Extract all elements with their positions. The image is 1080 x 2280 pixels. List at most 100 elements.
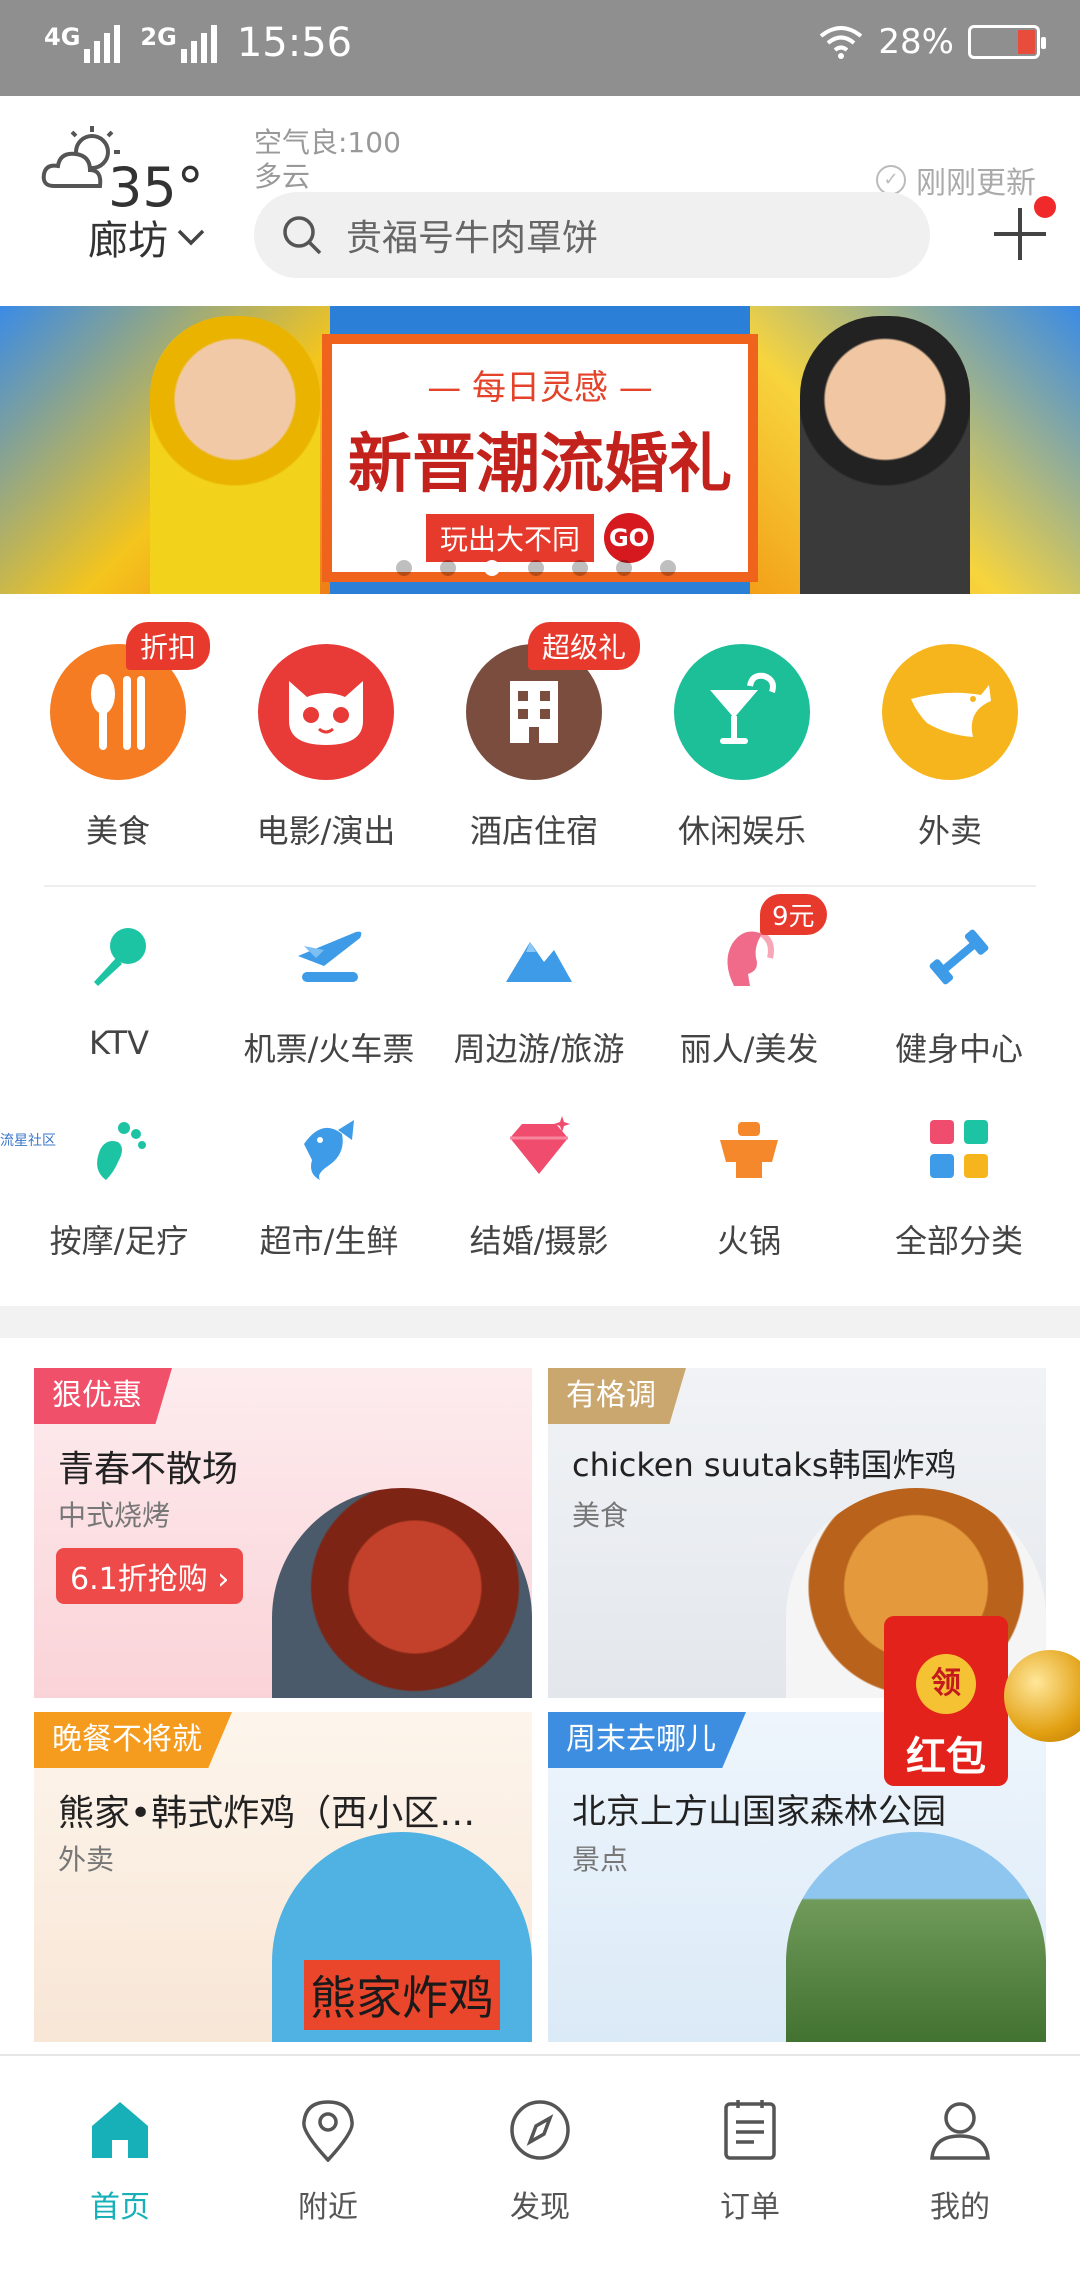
red-packet-label: 红包 [906, 1734, 986, 1780]
location-pin-icon [302, 2100, 354, 2163]
banner-card: — 每日灵感 — 新晋潮流婚礼 玩出大不同 GO [322, 334, 758, 582]
air-quality: 空气良:100 [254, 126, 401, 159]
category-label: 超市/生鲜 [259, 1222, 399, 1260]
nav-orders[interactable]: 订单 [642, 2076, 858, 2226]
category-ktv[interactable]: KTV [14, 922, 224, 1062]
notification-dot [1034, 196, 1056, 218]
nav-label: 附近 [298, 2190, 358, 2225]
nav-discover[interactable]: 发现 [432, 2076, 648, 2226]
nav-label: 发现 [510, 2190, 570, 2225]
category-label: 火锅 [716, 1222, 781, 1260]
promo-discount-button[interactable]: 6.1折抢购 › [56, 1548, 244, 1604]
divider [44, 885, 1036, 887]
compass-icon [510, 2100, 570, 2160]
foot-icon [97, 1122, 146, 1180]
category-hotel[interactable]: 酒店住宿 超级礼 [434, 620, 641, 852]
battery-icon [968, 25, 1046, 59]
microphone-icon [94, 928, 146, 986]
cat-icon [258, 644, 394, 780]
category-label: KTV [89, 1024, 149, 1062]
cocktail-icon [674, 644, 810, 780]
search-bar[interactable]: 贵福号牛肉罩饼 [254, 192, 930, 278]
category-food[interactable]: 美食 折扣 [18, 620, 218, 852]
wifi-icon [820, 26, 863, 59]
promo-card[interactable]: 狠优惠 青春不散场 中式烧烤 6.1折抢购 › [34, 1368, 532, 1698]
promo-card[interactable]: 晚餐不将就 熊家•韩式炸鸡（西小区… 外卖 熊家炸鸡 [34, 1712, 532, 2042]
category-label: 外卖 [917, 812, 982, 850]
nav-profile[interactable]: 我的 [852, 2076, 1068, 2226]
nav-label: 首页 [90, 2190, 150, 2225]
page-dot [396, 560, 412, 576]
banner-pagination [396, 560, 676, 576]
signal-4g-icon: 4G [44, 23, 121, 63]
promo-category: 中式烧烤 [58, 1499, 171, 1532]
category-label: 周边游/旅游 [453, 1030, 625, 1068]
discount-tag: 折扣 [126, 622, 211, 670]
banner-model-right [800, 316, 970, 594]
category-travel[interactable]: 周边游/旅游 [434, 922, 644, 1070]
hotpot-icon [720, 1122, 778, 1178]
add-button[interactable] [990, 196, 1056, 264]
category-hotpot[interactable]: 火锅 [644, 1114, 854, 1262]
header: 35° 廊坊 空气良:100 多云 ✓ 刚刚更新 贵福号牛肉罩饼 [0, 96, 1080, 306]
page-dot [572, 560, 588, 576]
network-type-2: 2G [140, 23, 177, 51]
category-tickets[interactable]: 机票/火车票 [224, 922, 434, 1070]
category-all[interactable]: 全部分类 [854, 1114, 1064, 1262]
diamond-icon [510, 1116, 570, 1174]
red-packet-seal: 领 [916, 1654, 976, 1714]
promo-category: 美食 [572, 1499, 629, 1532]
weather-desc: 多云 [254, 160, 311, 193]
banner-title: 新晋潮流婚礼 [348, 428, 732, 502]
category-label: 结婚/摄影 [469, 1222, 609, 1260]
promo-banner[interactable]: — 每日灵感 — 新晋潮流婚礼 玩出大不同 GO [0, 306, 1080, 594]
category-label: 按摩/足疗 [49, 1222, 189, 1260]
city-name: 廊坊 [88, 218, 168, 264]
plane-icon [298, 931, 362, 982]
price-tag: 9元 [760, 894, 827, 935]
chevron-down-icon [177, 229, 205, 246]
dumbbell-icon [929, 929, 989, 985]
category-label: 机票/火车票 [243, 1030, 415, 1068]
community-label: 流星社区 [0, 1133, 56, 1149]
delivery-rabbit-icon [882, 644, 1018, 780]
gift-tag: 超级礼 [528, 622, 641, 670]
mountain-park-image [786, 1832, 1046, 2042]
bottom-nav: 首页 附近 发现 订单 我的 [0, 2054, 1080, 2280]
category-fitness[interactable]: 健身中心 [854, 922, 1064, 1070]
page-dot [528, 560, 544, 576]
nav-home[interactable]: 首页 [12, 2076, 228, 2226]
image-text: 熊家炸鸡 [304, 1960, 500, 2030]
promo-category: 外卖 [58, 1843, 115, 1876]
category-label: 美食 [85, 812, 150, 850]
grid-icon [930, 1120, 988, 1178]
sub-categories: KTV 机票/火车票 周边游/旅游 丽人/美发 9元 健身中心 按摩/足疗 超市… [0, 894, 1080, 1300]
user-icon [930, 2102, 990, 2160]
section-gap [0, 1306, 1080, 1338]
nav-label: 订单 [720, 2190, 780, 2225]
category-beauty[interactable]: 丽人/美发 9元 [644, 894, 854, 1070]
red-packet-button[interactable]: 领 红包 [884, 1616, 1008, 1786]
promo-flag: 晚餐不将就 [34, 1712, 232, 1768]
category-label: 酒店住宿 [469, 812, 598, 850]
category-leisure[interactable]: 休闲娱乐 [642, 620, 842, 852]
banner-subtitle: — 每日灵感 — [427, 368, 653, 408]
nav-nearby[interactable]: 附近 [220, 2076, 436, 2226]
page-dot [440, 560, 456, 576]
promo-flag: 狠优惠 [34, 1368, 172, 1424]
signal-2g-icon: 2G [140, 23, 217, 63]
category-wedding[interactable]: 结婚/摄影 [434, 1114, 644, 1262]
search-placeholder: 贵福号牛肉罩饼 [346, 218, 599, 259]
category-delivery[interactable]: 外卖 [850, 620, 1050, 852]
city-selector[interactable]: 廊坊 [88, 208, 206, 266]
page-dot [616, 560, 632, 576]
banner-cta: 玩出大不同 [425, 514, 594, 562]
category-movie[interactable]: 电影/演出 [226, 620, 426, 852]
page-dot-active [484, 560, 500, 576]
category-supermarket[interactable]: 超市/生鲜 [224, 1114, 434, 1262]
page-dot [660, 560, 676, 576]
category-label: 健身中心 [894, 1030, 1023, 1068]
category-label: 全部分类 [894, 1222, 1023, 1260]
promo-title: 熊家•韩式炸鸡（西小区… [58, 1793, 476, 1834]
search-icon [283, 216, 322, 255]
